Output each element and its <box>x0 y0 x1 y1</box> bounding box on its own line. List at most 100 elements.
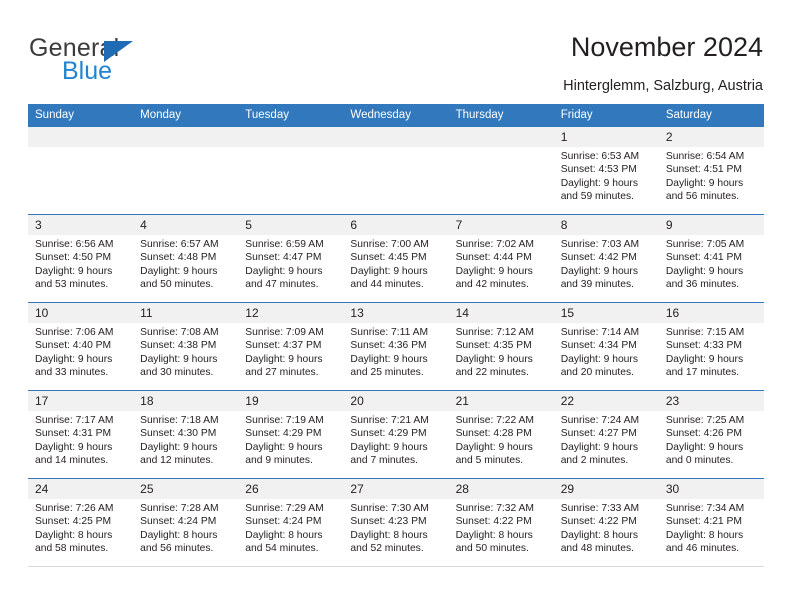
day-number-band: 29 <box>553 479 659 499</box>
calendar-day-cell-empty <box>133 127 239 214</box>
calendar-day-cell[interactable]: 7 Sunrise: 7:02 AM Sunset: 4:44 PM Daylight… <box>448 215 554 302</box>
day-details: Sunrise: 6:59 AM Sunset: 4:47 PM Daylight:… <box>238 235 343 292</box>
sunrise-text: Sunrise: 7:24 AM <box>560 415 640 426</box>
sunrise-text: Sunrise: 7:12 AM <box>455 327 534 338</box>
sunrise-text: Sunrise: 7:32 AM <box>455 503 534 514</box>
day-details: Sunrise: 7:24 AM Sunset: 4:27 PM Daylight:… <box>554 411 659 468</box>
day-number-band: 4 <box>133 215 239 235</box>
calendar-day-cell[interactable]: 23 Sunrise: 7:25 AM Sunset: 4:26 PM Dayligh… <box>658 391 764 478</box>
day-details: Sunrise: 7:22 AM Sunset: 4:28 PM Daylight:… <box>449 411 554 468</box>
calendar-day-cell[interactable]: 20 Sunrise: 7:21 AM Sunset: 4:29 PM Dayligh… <box>343 391 449 478</box>
day-number: 16 <box>665 306 680 320</box>
day-number: 17 <box>35 394 49 408</box>
calendar-day-cell[interactable]: 14 Sunrise: 7:12 AM Sunset: 4:35 PM Dayligh… <box>448 303 554 390</box>
sunset-text: Sunset: 4:30 PM <box>140 428 217 440</box>
calendar-day-cell[interactable]: 2 Sunrise: 6:54 AM Sunset: 4:51 PM Daylight… <box>658 127 764 214</box>
sunset-text: Sunset: 4:28 PM <box>455 428 532 440</box>
day-number: 5 <box>245 218 252 232</box>
sunrise-text: Sunrise: 7:30 AM <box>350 503 429 514</box>
sunrise-text: Sunrise: 7:25 AM <box>665 415 745 426</box>
calendar-day-cell[interactable]: 5 Sunrise: 6:59 AM Sunset: 4:47 PM Daylight… <box>238 215 344 302</box>
day-number-band: 16 <box>658 303 764 323</box>
day-number: 13 <box>350 306 364 320</box>
daylight-text: Daylight: 9 hours and 9 minutes. <box>245 441 323 467</box>
day-number: 21 <box>455 394 469 408</box>
calendar-day-cell[interactable]: 30 Sunrise: 7:34 AM Sunset: 4:21 PM Dayligh… <box>658 479 764 566</box>
daylight-text: Daylight: 9 hours and 0 minutes. <box>665 441 744 467</box>
daylight-text: Daylight: 8 hours and 58 minutes. <box>35 529 113 555</box>
sunset-text: Sunset: 4:24 PM <box>140 516 217 528</box>
sunrise-text: Sunrise: 6:53 AM <box>560 151 640 162</box>
daylight-text: Daylight: 9 hours and 47 minutes. <box>245 265 323 291</box>
calendar-day-cell[interactable]: 29 Sunrise: 7:33 AM Sunset: 4:22 PM Dayligh… <box>553 479 659 566</box>
sunset-text: Sunset: 4:50 PM <box>35 252 112 264</box>
calendar-week-row: 17 Sunrise: 7:17 AM Sunset: 4:31 PM Dayligh… <box>28 390 764 478</box>
calendar-day-cell[interactable]: 1 Sunrise: 6:53 AM Sunset: 4:53 PM Daylight… <box>553 127 659 214</box>
day-details: Sunrise: 7:03 AM Sunset: 4:42 PM Daylight:… <box>554 235 659 292</box>
day-number-band: 7 <box>448 215 554 235</box>
sunset-text: Sunset: 4:22 PM <box>455 516 532 528</box>
day-number-band: 17 <box>28 391 134 411</box>
sunset-text: Sunset: 4:29 PM <box>245 428 322 440</box>
calendar-day-cell[interactable]: 26 Sunrise: 7:29 AM Sunset: 4:24 PM Dayligh… <box>238 479 344 566</box>
daylight-text: Daylight: 8 hours and 52 minutes. <box>350 529 428 555</box>
calendar-day-cell[interactable]: 4 Sunrise: 6:57 AM Sunset: 4:48 PM Daylight… <box>133 215 239 302</box>
day-number-band: 10 <box>28 303 134 323</box>
calendar-day-cell[interactable]: 10 Sunrise: 7:06 AM Sunset: 4:40 PM Dayligh… <box>28 303 134 390</box>
calendar-day-cell[interactable]: 21 Sunrise: 7:22 AM Sunset: 4:28 PM Dayligh… <box>448 391 554 478</box>
calendar-day-cell[interactable]: 27 Sunrise: 7:30 AM Sunset: 4:23 PM Dayligh… <box>343 479 449 566</box>
calendar-day-cell[interactable]: 13 Sunrise: 7:11 AM Sunset: 4:36 PM Dayligh… <box>343 303 449 390</box>
calendar-day-cell[interactable]: 16 Sunrise: 7:15 AM Sunset: 4:33 PM Dayligh… <box>658 303 764 390</box>
day-number-band: 2 <box>658 127 764 147</box>
calendar-day-cell[interactable]: 28 Sunrise: 7:32 AM Sunset: 4:22 PM Dayligh… <box>448 479 554 566</box>
sunset-text: Sunset: 4:23 PM <box>350 516 427 528</box>
sunset-text: Sunset: 4:47 PM <box>245 252 322 264</box>
sunrise-text: Sunrise: 7:02 AM <box>455 239 534 250</box>
day-number: 27 <box>350 482 364 496</box>
day-number-band: 27 <box>343 479 449 499</box>
daylight-text: Daylight: 9 hours and 5 minutes. <box>455 441 533 467</box>
calendar-day-cell-empty <box>343 127 449 214</box>
sunset-text: Sunset: 4:25 PM <box>35 516 112 528</box>
day-details: Sunrise: 7:19 AM Sunset: 4:29 PM Daylight:… <box>238 411 343 468</box>
day-number-band: 15 <box>553 303 659 323</box>
weekday-header-row: Sunday Monday Tuesday Wednesday Thursday… <box>28 104 764 126</box>
sunrise-text: Sunrise: 7:15 AM <box>665 327 745 338</box>
daylight-text: Daylight: 9 hours and 14 minutes. <box>35 441 113 467</box>
calendar-week-row: 10 Sunrise: 7:06 AM Sunset: 4:40 PM Dayligh… <box>28 302 764 390</box>
generalblue-logo[interactable]: General Blue <box>29 34 229 85</box>
calendar-day-cell[interactable]: 15 Sunrise: 7:14 AM Sunset: 4:34 PM Dayligh… <box>553 303 659 390</box>
daylight-text: Daylight: 8 hours and 48 minutes. <box>560 529 638 555</box>
day-details: Sunrise: 7:33 AM Sunset: 4:22 PM Daylight:… <box>554 499 659 556</box>
sunset-text: Sunset: 4:41 PM <box>665 252 742 264</box>
calendar-day-cell[interactable]: 8 Sunrise: 7:03 AM Sunset: 4:42 PM Daylight… <box>553 215 659 302</box>
day-number-band: 30 <box>658 479 764 499</box>
sunset-text: Sunset: 4:35 PM <box>455 340 532 352</box>
calendar-day-cell[interactable]: 19 Sunrise: 7:19 AM Sunset: 4:29 PM Dayligh… <box>238 391 344 478</box>
daylight-text: Daylight: 8 hours and 50 minutes. <box>455 529 533 555</box>
calendar-day-cell[interactable]: 12 Sunrise: 7:09 AM Sunset: 4:37 PM Dayligh… <box>238 303 344 390</box>
calendar-day-cell[interactable]: 9 Sunrise: 7:05 AM Sunset: 4:41 PM Daylight… <box>658 215 764 302</box>
sunset-text: Sunset: 4:48 PM <box>140 252 217 264</box>
day-details: Sunrise: 7:29 AM Sunset: 4:24 PM Daylight:… <box>238 499 343 556</box>
calendar-day-cell[interactable]: 22 Sunrise: 7:24 AM Sunset: 4:27 PM Dayligh… <box>553 391 659 478</box>
day-details: Sunrise: 7:02 AM Sunset: 4:44 PM Daylight:… <box>449 235 554 292</box>
sunset-text: Sunset: 4:37 PM <box>245 340 322 352</box>
day-number: 20 <box>350 394 364 408</box>
calendar-day-cell[interactable]: 6 Sunrise: 7:00 AM Sunset: 4:45 PM Daylight… <box>343 215 449 302</box>
logo-text-blue: Blue <box>62 57 113 85</box>
day-details: Sunrise: 7:08 AM Sunset: 4:38 PM Daylight:… <box>133 323 238 380</box>
calendar-day-cell[interactable]: 24 Sunrise: 7:26 AM Sunset: 4:25 PM Dayligh… <box>28 479 134 566</box>
day-number-band: 12 <box>238 303 344 323</box>
calendar-day-cell[interactable]: 25 Sunrise: 7:28 AM Sunset: 4:24 PM Dayligh… <box>133 479 239 566</box>
calendar-day-cell[interactable]: 3 Sunrise: 6:56 AM Sunset: 4:50 PM Daylight… <box>28 215 134 302</box>
weekday-tuesday: Tuesday <box>245 109 289 121</box>
calendar-day-cell[interactable]: 11 Sunrise: 7:08 AM Sunset: 4:38 PM Dayligh… <box>133 303 239 390</box>
day-number-band: 1 <box>553 127 659 147</box>
day-number-band: 28 <box>448 479 554 499</box>
calendar-day-cell[interactable]: 17 Sunrise: 7:17 AM Sunset: 4:31 PM Dayligh… <box>28 391 134 478</box>
day-number: 14 <box>455 306 469 320</box>
day-details: Sunrise: 7:30 AM Sunset: 4:23 PM Daylight:… <box>343 499 448 556</box>
calendar-day-cell[interactable]: 18 Sunrise: 7:18 AM Sunset: 4:30 PM Dayligh… <box>133 391 239 478</box>
day-number: 9 <box>665 218 673 232</box>
